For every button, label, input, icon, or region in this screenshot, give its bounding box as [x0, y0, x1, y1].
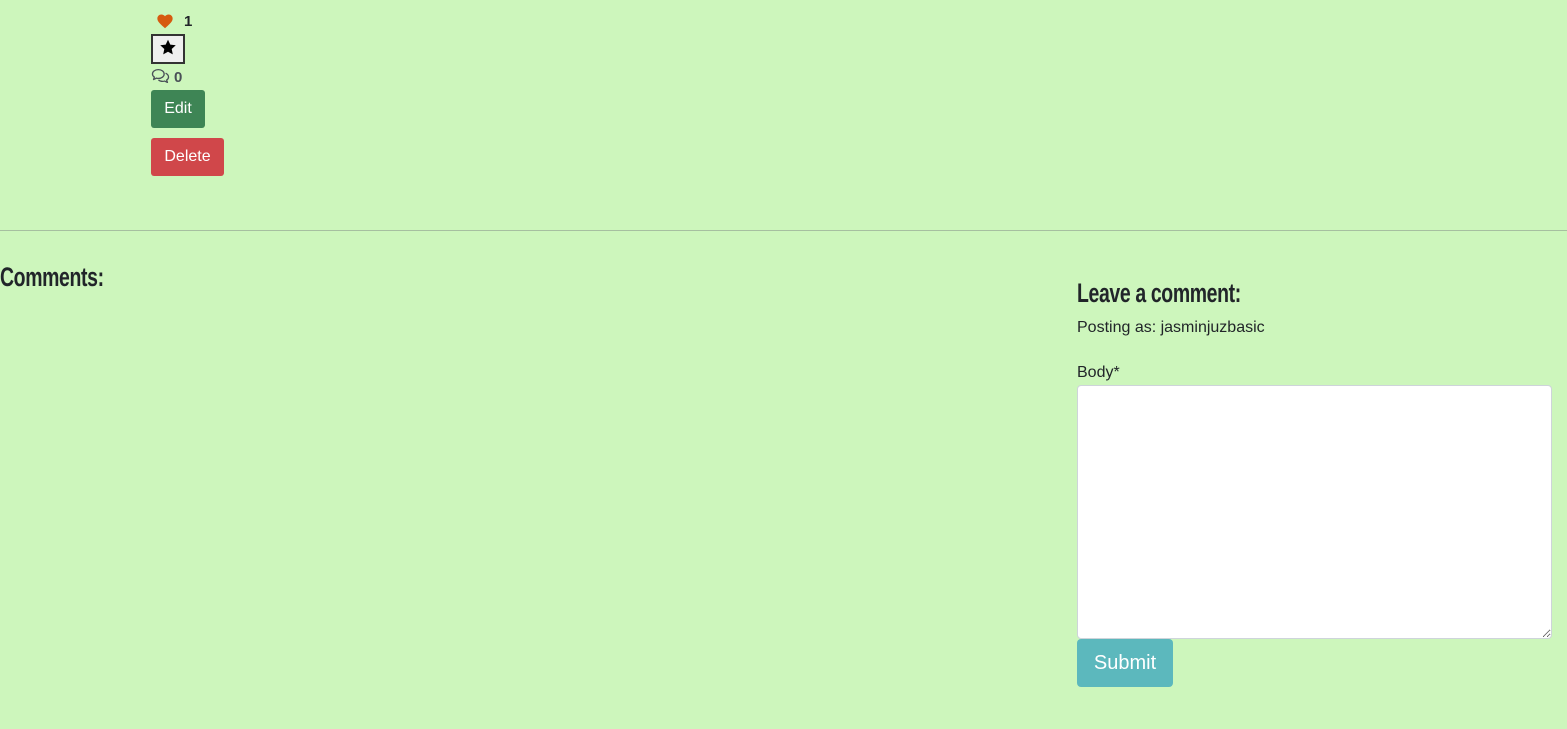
comments-icon [151, 68, 170, 87]
comments-count: 0 [174, 68, 183, 86]
heart-icon[interactable] [156, 13, 174, 29]
likes: 1 [151, 10, 224, 32]
star-icon [159, 39, 177, 59]
edit-button[interactable]: Edit [151, 90, 205, 128]
posting-as-text: Posting as: jasminjuzbasic [1077, 319, 1265, 336]
comments-count-row: 0 [151, 67, 224, 87]
comment-form-title: Leave a comment: [1077, 278, 1241, 308]
comment-form: Leave a comment: Posting as: jasminjuzba… [1077, 278, 1552, 687]
comment-body-textarea[interactable] [1077, 385, 1552, 639]
body-label: Body* [1077, 364, 1120, 381]
comments-heading: Comments: [0, 262, 104, 292]
delete-button[interactable]: Delete [151, 138, 224, 176]
post-actions: 1 0 Edit Delete [151, 10, 224, 176]
submit-button[interactable]: Submit [1077, 639, 1173, 687]
likes-count: 1 [184, 12, 193, 30]
favorite-button[interactable] [151, 34, 185, 64]
section-divider [0, 230, 1567, 231]
